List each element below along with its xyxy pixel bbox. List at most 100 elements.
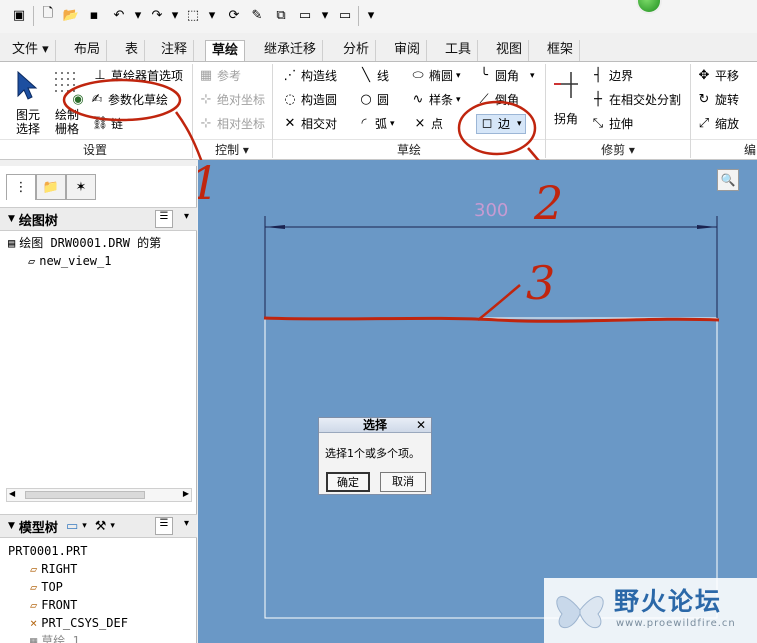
- circle-button[interactable]: ○ 圆: [358, 90, 389, 110]
- ellipse-button[interactable]: ⬭ 椭圆 ▾: [410, 66, 461, 86]
- dialog-title: 选择: [362, 418, 387, 432]
- tab-legacy-migration[interactable]: 继承迁移: [258, 40, 324, 61]
- tree-item-datum-top[interactable]: ▱ TOP: [0, 578, 197, 596]
- tree-item-datum-front[interactable]: ▱ FRONT: [0, 596, 197, 614]
- select-entity-button[interactable]: 图元 选择: [8, 68, 48, 138]
- tab-file[interactable]: 文件 ▾: [6, 40, 56, 61]
- tab-tools[interactable]: 工具: [439, 40, 479, 61]
- regenerate-icon[interactable]: ⟳: [225, 6, 243, 24]
- tree-item-csys[interactable]: ⨯ PRT_CSYS_DEF: [0, 614, 197, 632]
- redo-icon[interactable]: ↷: [148, 6, 166, 24]
- tools-icon[interactable]: ⚒: [95, 519, 107, 534]
- sketcher-preferences-button[interactable]: ⊥ 草绘器首选项: [92, 66, 183, 86]
- group-label-sketch: 草绘: [396, 143, 421, 157]
- translate-button[interactable]: ✥ 平移: [696, 66, 739, 86]
- window-icon[interactable]: ⧉: [272, 6, 290, 24]
- cancel-button[interactable]: 取消: [380, 472, 426, 492]
- redo-dropdown-icon[interactable]: ▾: [166, 6, 184, 24]
- tab-model-tree-icon[interactable]: ⋮: [6, 174, 36, 200]
- collapse-triangle-icon[interactable]: ▼: [8, 521, 15, 531]
- ok-button[interactable]: 确定: [326, 472, 370, 492]
- tab-table[interactable]: 表: [119, 40, 146, 61]
- drawing-canvas[interactable]: 🔍 300 1 2 3: [198, 160, 757, 643]
- scroll-right-icon[interactable]: ▶: [183, 489, 189, 498]
- tab-view[interactable]: 视图: [490, 40, 530, 61]
- undo-icon[interactable]: ↶: [110, 6, 128, 24]
- group-label-format[interactable]: 编: [744, 141, 757, 159]
- chamfer-button[interactable]: ⟋ 倒角: [476, 90, 519, 110]
- tab-frame[interactable]: 框架: [541, 40, 581, 61]
- tree-settings-icon[interactable]: ☰: [155, 517, 173, 535]
- construction-line-button[interactable]: ⋰ 构造线: [282, 66, 338, 86]
- tree-item-part[interactable]: PRT0001.PRT: [0, 542, 197, 560]
- arc-dropdown-icon[interactable]: ▾: [390, 114, 395, 134]
- edit-icon[interactable]: ✎: [248, 6, 266, 24]
- group-label-setup[interactable]: 设置: [0, 141, 190, 159]
- collapse-triangle-icon[interactable]: ▼: [8, 214, 15, 224]
- ellipse-dropdown-icon[interactable]: ▾: [456, 66, 461, 86]
- boundary-button[interactable]: ┤ 边界: [590, 66, 633, 86]
- relative-coords-button[interactable]: ⊹ 相对坐标: [198, 114, 265, 134]
- horizontal-scrollbar[interactable]: ◀ ▶: [6, 488, 192, 502]
- rotate-button[interactable]: ↻ 旋转: [696, 90, 739, 110]
- tab-review[interactable]: 审阅: [388, 40, 428, 61]
- point-button[interactable]: × 点: [412, 114, 443, 134]
- edge-button[interactable]: ◻ 边 ▾: [476, 114, 526, 134]
- scale-button[interactable]: ⤢ 缩放: [696, 114, 739, 134]
- close-window-icon[interactable]: ▭: [336, 6, 354, 24]
- tree-settings-dropdown-icon[interactable]: ▾: [184, 211, 189, 222]
- corner-label: 拐角: [553, 112, 578, 126]
- absolute-coords-button[interactable]: ⊹ 绝对坐标: [198, 90, 265, 110]
- tree-settings-icon[interactable]: ☰: [155, 210, 173, 228]
- display-icon[interactable]: ▭: [66, 519, 78, 534]
- windows-dropdown-icon[interactable]: ▾: [316, 6, 334, 24]
- scroll-left-icon[interactable]: ◀: [9, 489, 15, 498]
- spline-dropdown-icon[interactable]: ▾: [456, 90, 461, 110]
- tree-item-view[interactable]: ▱ new_view_1: [0, 252, 197, 270]
- divide-at-intersect-button[interactable]: ┼ 在相交处分割: [590, 90, 681, 110]
- intersect-pair-button[interactable]: ✕ 相交对: [282, 114, 337, 134]
- tree-item-datum-right[interactable]: ▱ RIGHT: [0, 560, 197, 578]
- arc-button[interactable]: ◜ 弧 ▾: [356, 114, 395, 134]
- tab-sketch[interactable]: 草绘: [205, 40, 246, 61]
- fillet-dropdown-icon[interactable]: ▾: [530, 66, 535, 86]
- group-label-trim[interactable]: 修剪 ▾: [547, 141, 689, 159]
- construction-circle-button[interactable]: ◌ 构造圆: [282, 90, 337, 110]
- tree-item-sketch[interactable]: ▦ 草绘 1: [0, 632, 197, 643]
- save-icon[interactable]: ▪: [85, 6, 103, 24]
- chain-button[interactable]: ⛓ 链: [92, 114, 123, 134]
- undo-dropdown-icon[interactable]: ▾: [129, 6, 147, 24]
- dimension-arrow-left: [265, 225, 285, 229]
- dialog-title-bar[interactable]: 选择 ✕: [319, 418, 431, 433]
- tab-annotate[interactable]: 注释: [155, 40, 195, 61]
- select-box-icon[interactable]: ⬚: [184, 6, 202, 24]
- customize-toolbar-icon[interactable]: ▾: [362, 6, 380, 24]
- open-folder-icon[interactable]: 📂: [62, 6, 80, 24]
- new-file-icon[interactable]: 🗋: [39, 6, 57, 24]
- corner-button[interactable]: 拐角: [548, 66, 584, 136]
- group-label-control[interactable]: 控制 ▾: [194, 141, 270, 159]
- scrollbar-thumb[interactable]: [25, 491, 145, 499]
- line-button[interactable]: ╲ 线: [358, 66, 389, 86]
- model-tree-header[interactable]: ▼ 模型树 ▭ ▾ ⚒ ▾ ☰ ▾: [0, 514, 197, 538]
- tab-favorites-icon[interactable]: ✶: [66, 174, 96, 200]
- drawing-tree-header[interactable]: ▼ 绘图树 ☰ ▾: [0, 207, 197, 231]
- select-dropdown-icon[interactable]: ▾: [203, 6, 221, 24]
- reference-button[interactable]: ▦ 参考: [198, 66, 241, 86]
- tab-analysis[interactable]: 分析: [337, 40, 377, 61]
- edge-dropdown-icon[interactable]: ▾: [517, 114, 522, 134]
- fillet-button[interactable]: ╰ 圆角 ▾: [476, 66, 535, 86]
- spline-button[interactable]: ∿ 样条 ▾: [410, 90, 461, 110]
- windows-list-icon[interactable]: ▭: [296, 6, 314, 24]
- tab-layout[interactable]: 布局: [68, 40, 108, 61]
- close-icon[interactable]: ✕: [416, 418, 426, 433]
- tools-dropdown-icon[interactable]: ▾: [110, 521, 115, 531]
- tree-settings-dropdown-icon[interactable]: ▾: [184, 518, 189, 529]
- dimension-value[interactable]: 300: [474, 200, 508, 221]
- display-dropdown-icon[interactable]: ▾: [82, 521, 87, 531]
- tab-folder-browser-icon[interactable]: 📁: [36, 174, 66, 200]
- tree-item-drawing[interactable]: ▤ 绘图 DRW0001.DRW 的第: [0, 234, 197, 252]
- parametric-sketch-button[interactable]: ◉ ✍ 参数化草绘: [70, 90, 168, 110]
- stretch-button[interactable]: ⤡ 拉伸: [590, 114, 633, 134]
- edge-icon: ◻: [481, 116, 493, 131]
